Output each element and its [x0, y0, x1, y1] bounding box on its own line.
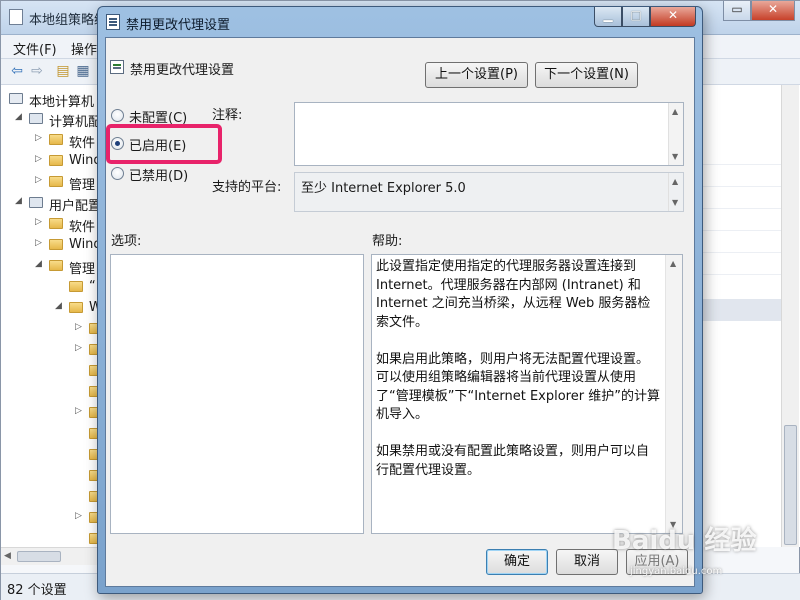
- main-maximize-button[interactable]: ▭: [723, 1, 751, 21]
- expanded-arrow-icon[interactable]: ◢: [15, 112, 22, 122]
- collapsed-arrow-icon[interactable]: ▷: [35, 238, 42, 248]
- help-paragraph: 如果启用此策略，则用户将无法配置代理设置。可以使用组策略编辑器将当前代理设置从使…: [376, 351, 660, 423]
- previous-setting-button[interactable]: 上一个设置(P): [425, 62, 528, 88]
- expanded-arrow-icon[interactable]: ◢: [15, 196, 22, 206]
- main-close-button[interactable]: ✕: [751, 1, 795, 21]
- ok-button[interactable]: 确定: [486, 549, 548, 575]
- maximize-icon: □: [630, 8, 642, 22]
- app-icon: [9, 9, 23, 25]
- help-paragraph: 此设置指定使用指定的代理服务器设置连接到 Internet。代理服务器在内部网 …: [376, 259, 651, 330]
- dialog-caption-buttons: ▁ □ ✕: [594, 7, 696, 27]
- folder-icon: [69, 302, 83, 313]
- expanded-arrow-icon[interactable]: ◢: [35, 259, 42, 269]
- folder-icon: [49, 260, 63, 271]
- close-icon: ✕: [767, 2, 779, 16]
- collapsed-arrow-icon[interactable]: ▷: [35, 133, 42, 143]
- folder-icon: [49, 176, 63, 187]
- list-item[interactable]: [701, 213, 781, 231]
- maximize-icon: ▭: [731, 2, 743, 16]
- policy-name-heading: 禁用更改代理设置: [130, 63, 235, 78]
- options-panel: [110, 254, 364, 534]
- platform-value: 至少 Internet Explorer 5.0: [301, 181, 466, 196]
- scroll-up-icon[interactable]: ▲: [672, 177, 678, 186]
- folder-icon: [69, 281, 83, 292]
- folder-icon: [49, 155, 63, 166]
- policy-setting-icon: [110, 60, 124, 74]
- console-tree: 本地计算机 ◢ 计算机配 ▷ 软件 ▷ Wind ▷ 管理 ◢ 用户配置 ▷ 软…: [1, 85, 103, 547]
- forward-arrow-icon[interactable]: ⇨: [29, 63, 45, 79]
- close-button[interactable]: ✕: [650, 7, 696, 27]
- scroll-thumb[interactable]: [17, 551, 61, 562]
- folder-icon: [49, 218, 63, 229]
- tree-horizontal-scrollbar[interactable]: ◀: [1, 547, 101, 565]
- comment-textbox[interactable]: ▲ ▼: [294, 102, 684, 166]
- help-paragraph: 如果禁用或没有配置此策略设置，则用户可以自行配置代理设置。: [376, 444, 650, 478]
- policy-setting-dialog: 禁用更改代理设置 ▁ □ ✕ 禁用更改代理设置 上一个设置(P) 下一个设置(N…: [97, 6, 703, 594]
- close-icon: ✕: [667, 8, 679, 22]
- list-item[interactable]: [701, 235, 781, 253]
- platform-scrollbar[interactable]: ▲ ▼: [668, 173, 683, 211]
- policy-icon: [106, 14, 120, 30]
- list-item[interactable]: [701, 147, 781, 165]
- collapsed-arrow-icon[interactable]: ▷: [35, 175, 42, 185]
- menu-file[interactable]: 文件(F): [13, 39, 57, 58]
- expanded-arrow-icon[interactable]: ◢: [55, 301, 62, 311]
- dialog-title: 禁用更改代理设置: [126, 18, 231, 33]
- user-icon: [29, 197, 43, 208]
- list-item[interactable]: [701, 257, 781, 275]
- collapsed-arrow-icon[interactable]: ▷: [75, 322, 82, 332]
- help-text: 此设置指定使用指定的代理服务器设置连接到 Internet。代理服务器在内部网 …: [376, 258, 661, 499]
- next-setting-button[interactable]: 下一个设置(N): [535, 62, 638, 88]
- collapsed-arrow-icon[interactable]: ▷: [75, 343, 82, 353]
- list-item[interactable]: [701, 191, 781, 209]
- scroll-down-icon[interactable]: ▼: [672, 198, 678, 207]
- status-text: 82 个设置: [7, 583, 67, 598]
- up-folder-icon[interactable]: ▤: [55, 63, 71, 79]
- collapsed-arrow-icon[interactable]: ▷: [35, 154, 42, 164]
- back-arrow-icon[interactable]: ⇦: [9, 63, 25, 79]
- list-item-selected[interactable]: [701, 299, 781, 321]
- folder-icon: [49, 239, 63, 250]
- platform-box: 至少 Internet Explorer 5.0 ▲ ▼: [294, 172, 684, 212]
- computer-icon: [29, 113, 43, 124]
- menu-action[interactable]: 操作: [71, 39, 97, 58]
- maximize-button[interactable]: □: [622, 7, 650, 27]
- minimize-button[interactable]: ▁: [594, 7, 622, 27]
- help-panel: 此设置指定使用指定的代理服务器设置连接到 Internet。代理服务器在内部网 …: [371, 254, 683, 534]
- baidu-watermark-url: jingyan.baidu.com: [630, 566, 723, 577]
- help-label: 帮助:: [372, 234, 403, 249]
- dialog-body: 禁用更改代理设置 上一个设置(P) 下一个设置(N) 未配置(C) 已启用(E)…: [105, 37, 695, 587]
- main-window-title: 本地组策略编: [29, 13, 108, 28]
- platform-label: 支持的平台:: [212, 180, 282, 195]
- computer-icon: [9, 93, 23, 104]
- folder-icon: [49, 134, 63, 145]
- dialog-titlebar[interactable]: 禁用更改代理设置 ▁ □ ✕: [98, 7, 702, 37]
- list-vertical-scrollbar[interactable]: [781, 85, 799, 547]
- show-hide-tree-icon[interactable]: ▦: [75, 63, 91, 79]
- collapsed-arrow-icon[interactable]: ▷: [75, 511, 82, 521]
- annotation-highlight: [106, 124, 222, 164]
- comment-scrollbar[interactable]: ▲ ▼: [668, 103, 683, 165]
- main-caption-buttons: ▭ ✕: [723, 1, 795, 21]
- scroll-up-icon[interactable]: ▲: [672, 107, 678, 116]
- collapsed-arrow-icon[interactable]: ▷: [75, 406, 82, 416]
- options-label: 选项:: [111, 234, 142, 249]
- cancel-button[interactable]: 取消: [556, 549, 618, 575]
- help-scrollbar[interactable]: ▲ ▼: [665, 255, 682, 533]
- scroll-left-icon[interactable]: ◀: [4, 551, 11, 561]
- radio-circle[interactable]: [111, 109, 124, 122]
- comment-label: 注释:: [212, 108, 243, 123]
- list-item[interactable]: [701, 169, 781, 187]
- scroll-down-icon[interactable]: ▼: [672, 152, 678, 161]
- collapsed-arrow-icon[interactable]: ▷: [35, 217, 42, 227]
- scroll-up-icon[interactable]: ▲: [670, 259, 676, 268]
- radio-circle[interactable]: [111, 167, 124, 180]
- minimize-icon: ▁: [603, 8, 613, 22]
